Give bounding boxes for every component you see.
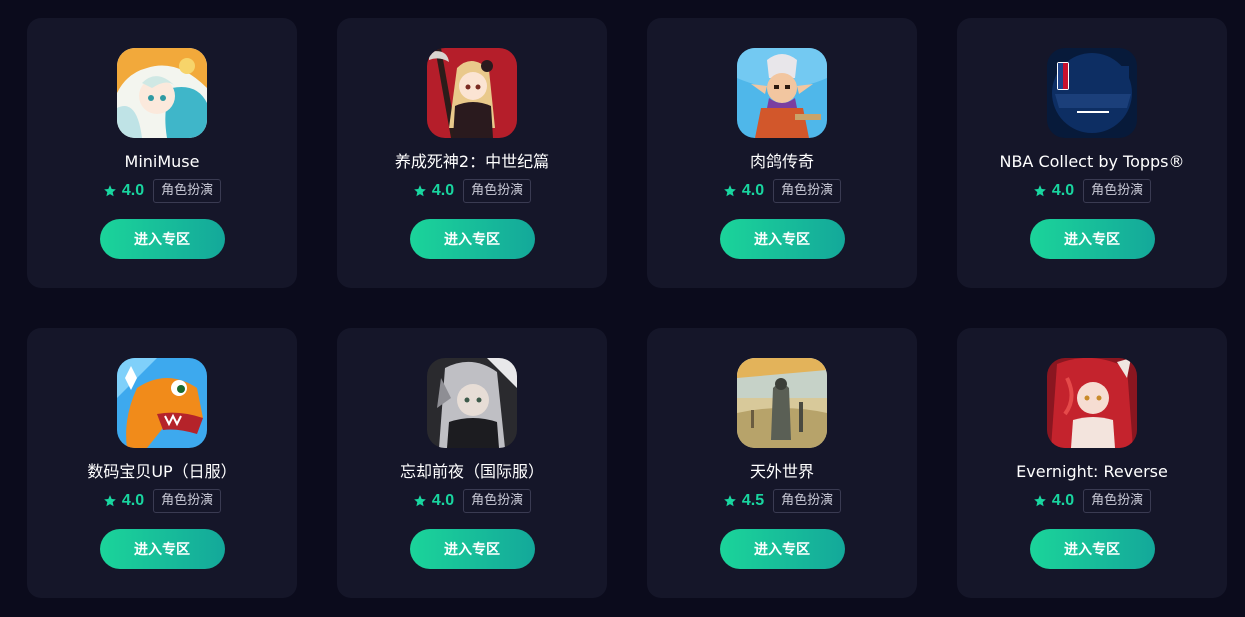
- game-card[interactable]: 天外世界 4.5 角色扮演 进入专区: [647, 328, 917, 598]
- genre-tag: 角色扮演: [773, 489, 842, 513]
- game-rating: 4.0: [121, 492, 145, 509]
- outer-worlds-app-icon[interactable]: [737, 358, 827, 448]
- enter-zone-button[interactable]: 进入专区: [99, 219, 225, 259]
- game-meta: 4.0 角色扮演: [413, 488, 532, 514]
- game-card[interactable]: 养成死神2：中世纪篇 4.0 角色扮演 进入专区: [337, 18, 607, 288]
- star-icon: [724, 495, 736, 507]
- red-hair-girl-app-icon[interactable]: [1047, 358, 1137, 448]
- game-name: 忘却前夜（国际服）: [399, 462, 544, 481]
- game-card[interactable]: 肉鸽传奇 4.0 角色扮演 进入专区: [647, 18, 917, 288]
- game-name: Evernight: Reverse: [1016, 462, 1168, 481]
- game-rating: 4.0: [431, 182, 455, 199]
- star-icon: [414, 495, 426, 507]
- enter-zone-button[interactable]: 进入专区: [1029, 529, 1155, 569]
- game-rating: 4.0: [431, 492, 455, 509]
- star-icon: [104, 495, 116, 507]
- game-card[interactable]: 数码宝贝UP（日服） 4.0 角色扮演 进入专区: [27, 328, 297, 598]
- game-meta: 4.0 角色扮演: [1033, 488, 1152, 514]
- enter-zone-button[interactable]: 进入专区: [719, 529, 845, 569]
- game-name: 天外世界: [749, 462, 814, 481]
- genre-tag: 角色扮演: [153, 179, 222, 203]
- star-icon: [1034, 185, 1046, 197]
- genre-tag: 角色扮演: [463, 489, 532, 513]
- game-meta: 4.0 角色扮演: [103, 488, 222, 514]
- game-rating: 4.5: [741, 492, 765, 509]
- elf-warrior-app-icon[interactable]: [737, 48, 827, 138]
- genre-tag: 角色扮演: [463, 179, 532, 203]
- game-card[interactable]: MiniMuse 4.0 角色扮演 进入专区: [27, 18, 297, 288]
- star-icon: [104, 185, 116, 197]
- game-rating: 4.0: [1051, 492, 1075, 509]
- nba-collect-app-icon[interactable]: [1047, 48, 1137, 138]
- game-meta: 4.0 角色扮演: [723, 178, 842, 204]
- game-meta: 4.0 角色扮演: [1033, 178, 1152, 204]
- enter-zone-button[interactable]: 进入专区: [409, 219, 535, 259]
- game-name: NBA Collect by Topps®: [999, 152, 1185, 171]
- genre-tag: 角色扮演: [1083, 179, 1152, 203]
- star-icon: [1034, 495, 1046, 507]
- game-meta: 4.0 角色扮演: [103, 178, 222, 204]
- game-rating: 4.0: [1051, 182, 1075, 199]
- genre-tag: 角色扮演: [1083, 489, 1152, 513]
- enter-zone-button[interactable]: 进入专区: [409, 529, 535, 569]
- game-card[interactable]: NBA Collect by Topps® 4.0 角色扮演 进入专区: [957, 18, 1227, 288]
- game-name: 数码宝贝UP（日服）: [87, 462, 237, 481]
- minimuse-app-icon[interactable]: [117, 48, 207, 138]
- agumon-app-icon[interactable]: [117, 358, 207, 448]
- reaper-girl-app-icon[interactable]: [427, 48, 517, 138]
- enter-zone-button[interactable]: 进入专区: [1029, 219, 1155, 259]
- game-card[interactable]: 忘却前夜（国际服） 4.0 角色扮演 进入专区: [337, 328, 607, 598]
- silver-hair-girl-app-icon[interactable]: [427, 358, 517, 448]
- game-rating: 4.0: [741, 182, 765, 199]
- enter-zone-button[interactable]: 进入专区: [99, 529, 225, 569]
- game-name: MiniMuse: [124, 152, 200, 171]
- game-name: 养成死神2：中世纪篇: [394, 152, 550, 171]
- enter-zone-button[interactable]: 进入专区: [719, 219, 845, 259]
- game-meta: 4.0 角色扮演: [413, 178, 532, 204]
- game-rating: 4.0: [121, 182, 145, 199]
- genre-tag: 角色扮演: [773, 179, 842, 203]
- game-name: 肉鸽传奇: [749, 152, 814, 171]
- game-meta: 4.5 角色扮演: [723, 488, 842, 514]
- genre-tag: 角色扮演: [153, 489, 222, 513]
- game-grid: MiniMuse 4.0 角色扮演 进入专区 养成死神2：中世纪篇 4.0 角色…: [27, 18, 1227, 598]
- star-icon: [414, 185, 426, 197]
- star-icon: [724, 185, 736, 197]
- game-card[interactable]: Evernight: Reverse 4.0 角色扮演 进入专区: [957, 328, 1227, 598]
